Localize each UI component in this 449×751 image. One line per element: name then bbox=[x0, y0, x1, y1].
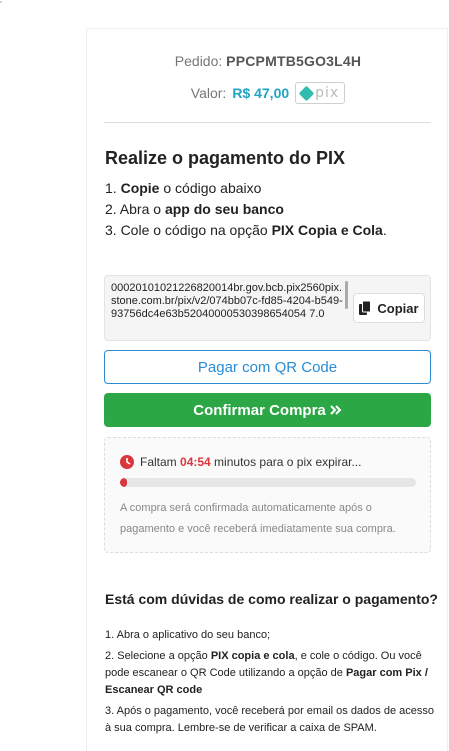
pix-logo: pix bbox=[295, 82, 346, 104]
instructions-steps: 1. Copie o código abaixo 2. Abra o app d… bbox=[105, 178, 387, 241]
pix-logo-text: pix bbox=[315, 85, 340, 101]
order-line: Pedido: PPCPMTB5GO3L4H bbox=[87, 53, 449, 69]
clock-icon bbox=[120, 455, 134, 469]
expiration-progress-fill bbox=[120, 478, 127, 487]
expiration-progress-bar bbox=[120, 478, 416, 487]
copy-button[interactable]: Copiar bbox=[353, 293, 425, 323]
step-1: 1. Copie o código abaixo bbox=[105, 180, 262, 196]
payment-panel: Pedido: PPCPMTB5GO3L4H Valor: R$ 47,00 p… bbox=[86, 28, 448, 751]
confirm-purchase-label: Confirmar Compra bbox=[193, 401, 326, 419]
amount-line: Valor: R$ 47,00 pix bbox=[87, 82, 449, 104]
faq-item-1: 1. Abra o aplicativo do seu banco; bbox=[105, 629, 271, 641]
instructions-title: Realize o pagamento do PIX bbox=[105, 148, 346, 168]
faq-item-3: 3. Após o pagamento, você receberá por e… bbox=[105, 705, 434, 734]
timer-note: A compra será confirmada automaticamente… bbox=[120, 502, 396, 535]
pix-code-box: 00020101021226820014br.gov.bcb.pix2560pi… bbox=[104, 275, 431, 341]
copy-icon bbox=[359, 301, 372, 315]
confirm-purchase-button[interactable]: Confirmar Compra bbox=[104, 393, 431, 427]
order-code: PPCPMTB5GO3L4H bbox=[226, 53, 362, 69]
timer-text: Faltam 04:54 minutos para o pix expirar.… bbox=[140, 455, 362, 469]
copy-button-label: Copiar bbox=[377, 300, 419, 316]
corner-glyph: ' bbox=[0, 0, 2, 11]
pix-code-scrollbar[interactable] bbox=[345, 281, 348, 309]
double-chevron-right-icon bbox=[330, 405, 342, 415]
amount-label: Valor: bbox=[190, 85, 227, 101]
amount-value: R$ 47,00 bbox=[232, 85, 290, 101]
pix-diamond-icon bbox=[298, 85, 315, 101]
faq-item-2: 2. Selecione a opção PIX copia e cola, e… bbox=[105, 650, 428, 696]
header-divider bbox=[104, 122, 431, 123]
pix-code-text[interactable]: 00020101021226820014br.gov.bcb.pix2560pi… bbox=[111, 282, 343, 336]
faq-list: 1. Abra o aplicativo do seu banco; 2. Se… bbox=[105, 627, 437, 741]
pay-with-qr-button[interactable]: Pagar com QR Code bbox=[104, 350, 431, 384]
faq-title: Está com dúvidas de como realizar o paga… bbox=[105, 591, 438, 607]
timer-countdown: 04:54 bbox=[180, 455, 211, 469]
order-label: Pedido: bbox=[174, 53, 223, 69]
step-2: 2. Abra o app do seu banco bbox=[105, 201, 284, 217]
pay-with-qr-label: Pagar com QR Code bbox=[197, 358, 338, 376]
expiration-timer-box: Faltam 04:54 minutos para o pix expirar.… bbox=[104, 437, 431, 553]
timer-line: Faltam 04:54 minutos para o pix expirar.… bbox=[120, 455, 361, 469]
step-3: 3. Cole o código na opção PIX Copia e Co… bbox=[105, 222, 387, 238]
